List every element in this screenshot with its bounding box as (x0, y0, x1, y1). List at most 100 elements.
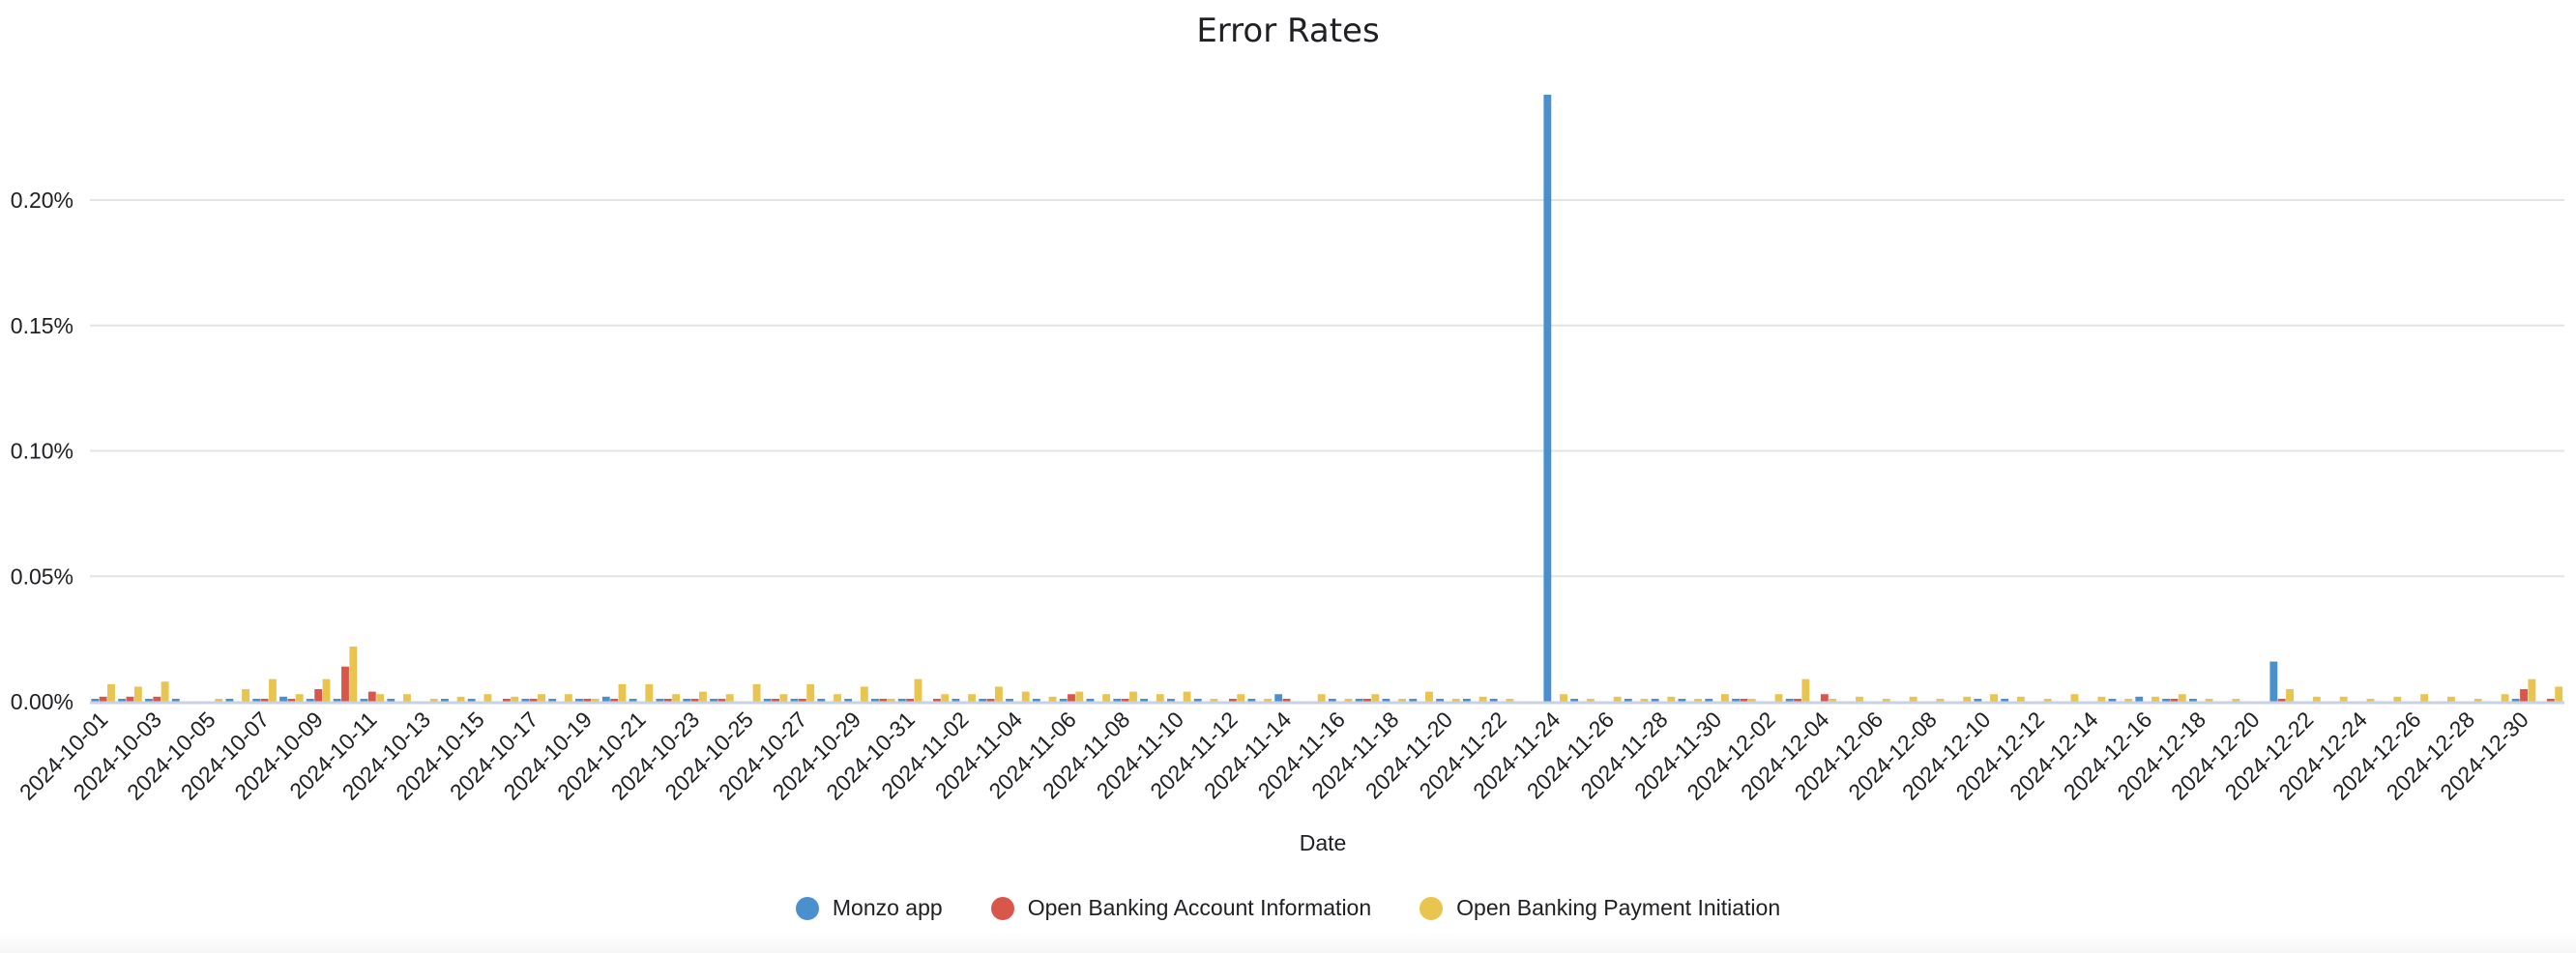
bar-open-banking-payment-initiation[interactable] (1425, 691, 1433, 702)
bar-open-banking-payment-initiation[interactable] (834, 694, 841, 703)
y-tick-label: 0.20% (11, 188, 73, 213)
legend: Monzo app Open Banking Account Informati… (0, 895, 2576, 921)
y-tick-label: 0.10% (11, 439, 73, 464)
bar-open-banking-account-information[interactable] (99, 696, 107, 702)
bar-open-banking-payment-initiation[interactable] (2555, 686, 2563, 702)
bar-open-banking-account-information[interactable] (1068, 694, 1075, 703)
bar-open-banking-payment-initiation[interactable] (2312, 696, 2321, 702)
bar-open-banking-payment-initiation[interactable] (322, 679, 331, 702)
bar-open-banking-payment-initiation[interactable] (1021, 691, 1030, 702)
bar-open-banking-payment-initiation[interactable] (161, 681, 169, 702)
bar-open-banking-payment-initiation[interactable] (672, 694, 681, 703)
bar-open-banking-payment-initiation[interactable] (1129, 691, 1137, 702)
bar-open-banking-payment-initiation[interactable] (752, 683, 761, 702)
bar-open-banking-payment-initiation[interactable] (107, 683, 115, 702)
bar-open-banking-payment-initiation[interactable] (779, 694, 788, 703)
bar-open-banking-payment-initiation[interactable] (941, 694, 950, 703)
y-tick-label: 0.00% (11, 689, 73, 714)
bar-open-banking-payment-initiation[interactable] (1156, 694, 1164, 703)
bar-open-banking-payment-initiation[interactable] (242, 689, 249, 702)
bar-open-banking-payment-initiation[interactable] (456, 696, 465, 702)
bar-open-banking-payment-initiation[interactable] (2286, 689, 2294, 702)
error-rates-chart: Error Rates 0.00% 0.05% 0.10% 0.15% 0.20% 20… (11, 12, 2564, 855)
bar-open-banking-payment-initiation[interactable] (564, 694, 572, 703)
bar-open-banking-payment-initiation[interactable] (268, 679, 277, 702)
bar-open-banking-account-information[interactable] (314, 689, 323, 702)
legend-label: Open Banking Account Information (1027, 895, 1372, 920)
bar-open-banking-payment-initiation[interactable] (1856, 696, 1863, 702)
legend-label: Open Banking Payment Initiation (1456, 895, 1781, 920)
bar-open-banking-payment-initiation[interactable] (1317, 694, 1326, 703)
legend-label: Monzo app (832, 895, 943, 920)
x-axis-title: Date (1300, 830, 1347, 855)
bar-open-banking-payment-initiation[interactable] (483, 694, 492, 703)
bar-open-banking-payment-initiation[interactable] (1371, 694, 1380, 703)
bar-open-banking-payment-initiation[interactable] (511, 696, 519, 702)
bar-open-banking-payment-initiation[interactable] (618, 683, 627, 702)
gridlines (90, 199, 2564, 578)
bar-monzo-app[interactable] (2135, 696, 2144, 702)
bar-monzo-app[interactable] (601, 696, 610, 702)
bar-open-banking-account-information[interactable] (2520, 689, 2528, 702)
bar-open-banking-payment-initiation[interactable] (2152, 696, 2159, 702)
bar-open-banking-payment-initiation[interactable] (2420, 694, 2429, 703)
bar-open-banking-payment-initiation[interactable] (860, 686, 868, 702)
bar-open-banking-payment-initiation[interactable] (645, 683, 654, 702)
bar-open-banking-payment-initiation[interactable] (1720, 694, 1729, 703)
legend-item-monzo-app[interactable]: Monzo app (795, 895, 943, 921)
legend-dot-icon (795, 896, 819, 920)
bar-open-banking-payment-initiation[interactable] (1909, 696, 1917, 702)
bar-open-banking-payment-initiation[interactable] (2447, 696, 2455, 702)
bars (91, 95, 2563, 703)
bar-open-banking-payment-initiation[interactable] (376, 694, 385, 703)
legend-item-open-banking-account-information[interactable]: Open Banking Account Information (990, 895, 1372, 921)
bar-open-banking-payment-initiation[interactable] (1560, 694, 1567, 703)
bar-open-banking-payment-initiation[interactable] (1667, 696, 1676, 702)
bar-open-banking-payment-initiation[interactable] (725, 694, 734, 703)
bar-open-banking-account-information[interactable] (367, 691, 376, 702)
bar-open-banking-payment-initiation[interactable] (1075, 691, 1084, 702)
bar-open-banking-payment-initiation[interactable] (2339, 696, 2348, 702)
bar-open-banking-payment-initiation[interactable] (1237, 694, 1245, 703)
bar-open-banking-payment-initiation[interactable] (699, 691, 707, 702)
bar-open-banking-payment-initiation[interactable] (1183, 691, 1191, 702)
bar-open-banking-payment-initiation[interactable] (2178, 694, 2186, 703)
legend-dot-icon (990, 896, 1014, 920)
x-axis-ticks: 2024-10-012024-10-032024-10-052024-10-07… (15, 707, 2533, 805)
bar-open-banking-account-information[interactable] (341, 666, 349, 702)
bar-open-banking-payment-initiation[interactable] (2501, 694, 2509, 703)
bar-open-banking-account-information[interactable] (126, 696, 134, 702)
bar-open-banking-payment-initiation[interactable] (1801, 679, 1810, 702)
bar-open-banking-payment-initiation[interactable] (2070, 694, 2079, 703)
bar-monzo-app[interactable] (2269, 661, 2278, 702)
bar-open-banking-payment-initiation[interactable] (1478, 696, 1487, 702)
bar-open-banking-payment-initiation[interactable] (2393, 696, 2402, 702)
legend-item-open-banking-payment-initiation[interactable]: Open Banking Payment Initiation (1420, 895, 1780, 921)
legend-dot-icon (1420, 896, 1444, 920)
bar-open-banking-payment-initiation[interactable] (2528, 679, 2536, 702)
bar-open-banking-payment-initiation[interactable] (349, 646, 358, 702)
bar-open-banking-payment-initiation[interactable] (1774, 694, 1783, 703)
bar-open-banking-account-information[interactable] (153, 696, 161, 702)
bar-open-banking-payment-initiation[interactable] (2016, 696, 2025, 702)
bar-open-banking-payment-initiation[interactable] (2097, 696, 2106, 702)
y-axis-ticks: 0.00% 0.05% 0.10% 0.15% 0.20% (11, 188, 73, 714)
bar-monzo-app[interactable] (1543, 95, 1552, 702)
bar-open-banking-payment-initiation[interactable] (968, 694, 977, 703)
bar-open-banking-payment-initiation[interactable] (806, 683, 815, 702)
bar-open-banking-payment-initiation[interactable] (1613, 696, 1622, 702)
y-tick-label: 0.05% (11, 563, 73, 589)
bar-open-banking-payment-initiation[interactable] (1102, 694, 1111, 703)
bar-open-banking-payment-initiation[interactable] (1990, 694, 1998, 703)
bar-open-banking-payment-initiation[interactable] (1048, 696, 1057, 702)
bar-open-banking-payment-initiation[interactable] (403, 694, 411, 703)
bar-open-banking-payment-initiation[interactable] (914, 679, 922, 702)
bar-open-banking-account-information[interactable] (1820, 694, 1829, 703)
bar-open-banking-payment-initiation[interactable] (295, 694, 304, 703)
bar-open-banking-payment-initiation[interactable] (994, 686, 1003, 702)
bar-monzo-app[interactable] (279, 696, 287, 702)
bar-open-banking-payment-initiation[interactable] (538, 694, 545, 703)
bar-open-banking-payment-initiation[interactable] (133, 686, 142, 702)
bar-monzo-app[interactable] (1274, 694, 1283, 703)
bar-open-banking-payment-initiation[interactable] (1963, 696, 1972, 702)
